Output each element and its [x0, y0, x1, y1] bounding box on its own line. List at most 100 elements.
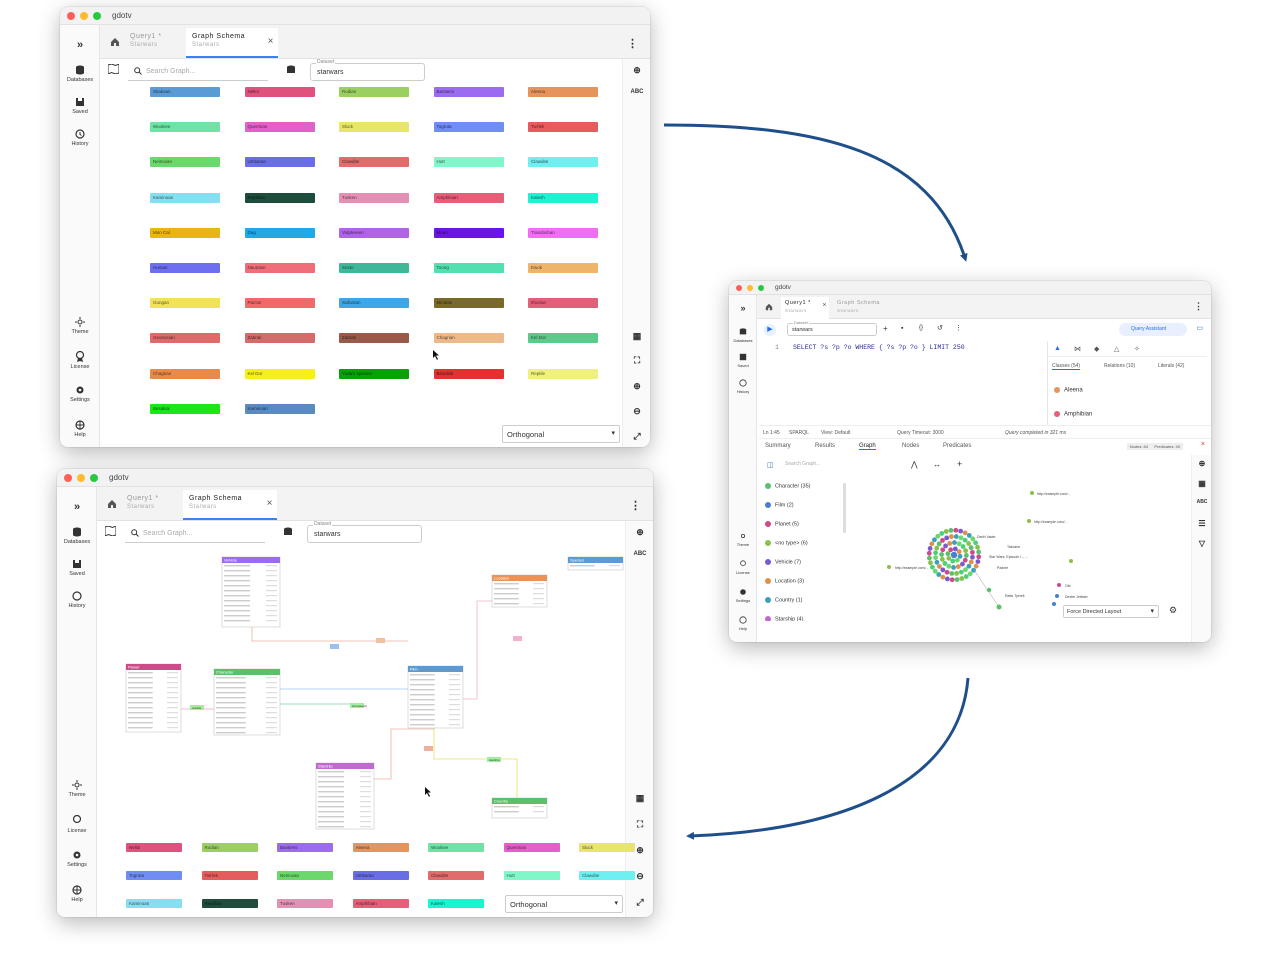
database-filter-icon[interactable]: [286, 65, 297, 76]
close-dot[interactable]: [736, 284, 742, 291]
species-chip[interactable]: Clawdite: [339, 157, 409, 168]
home-icon[interactable]: [107, 499, 117, 509]
maximize-dot[interactable]: [758, 284, 764, 291]
minimize-dot[interactable]: [747, 284, 753, 291]
legend-item[interactable]: Country (1): [765, 597, 803, 603]
species-chip[interactable]: Rodian: [339, 87, 409, 97]
species-chip[interactable]: Kaminoan: [150, 192, 220, 203]
sidebar-item-help[interactable]: Help: [57, 885, 97, 903]
species-chip[interactable]: Togruta: [126, 871, 182, 880]
species-chip[interactable]: Ewok: [528, 263, 598, 273]
species-chip[interactable]: Geonosian: [150, 333, 220, 344]
species-chip[interactable]: Kaminoan: [244, 403, 315, 414]
species-chip[interactable]: Kel Dor: [528, 333, 598, 344]
species-chip[interactable]: Bantiemi: [433, 87, 504, 97]
result-tab[interactable]: Graph: [859, 443, 876, 450]
fullscreen-icon[interactable]: ⤢: [630, 431, 644, 445]
sidebar-item-settings[interactable]: Settings: [57, 850, 97, 868]
dataset-select[interactable]: Dataset starwars: [310, 59, 425, 81]
graph-canvas[interactable]: http://example.com/... http://example.com…: [849, 475, 1189, 625]
species-chip[interactable]: Hutt: [503, 871, 560, 880]
species-chip[interactable]: Human: [150, 263, 220, 273]
map-icon[interactable]: [108, 64, 119, 74]
fit-icon[interactable]: ⛶: [630, 355, 644, 369]
view-select[interactable]: View: Default: [821, 430, 850, 436]
species-chip[interactable]: Besalisk: [150, 403, 220, 414]
database-filter-icon[interactable]: [283, 527, 294, 538]
expand-horizontal-icon[interactable]: ↔: [933, 460, 941, 469]
abc-icon[interactable]: ABC: [1195, 499, 1209, 513]
legend-item[interactable]: Starship (4): [765, 616, 803, 621]
species-chip[interactable]: Muun: [433, 227, 504, 238]
schema-diagram[interactable]: pilothomeworldvehiclestarshipVehiclePlan…: [97, 549, 625, 839]
species-chip[interactable]: Clawdite: [528, 157, 598, 168]
species-chip[interactable]: Wookiee: [150, 122, 220, 133]
species-chip[interactable]: Kaminoan: [126, 899, 182, 908]
species-chip[interactable]: Chagrian: [150, 368, 220, 379]
close-dot[interactable]: [64, 473, 72, 482]
species-chip[interactable]: Tusken: [339, 192, 409, 203]
species-chip[interactable]: Reptilian: [244, 192, 315, 203]
species-chip[interactable]: Amphibian: [352, 899, 409, 908]
species-chip[interactable]: Skakoan: [150, 87, 220, 97]
species-chip[interactable]: Rodian: [201, 843, 258, 852]
sidebar-item-settings[interactable]: Settings: [60, 385, 100, 403]
gear-icon[interactable]: ⚙: [1169, 605, 1177, 616]
sidebar-item-databases[interactable]: Databases: [57, 527, 97, 545]
add-icon[interactable]: +: [957, 459, 962, 469]
species-chip[interactable]: Umbaran: [352, 871, 409, 880]
search-input[interactable]: Search Graph...: [125, 525, 265, 543]
species-chip[interactable]: Nelloi: [126, 843, 182, 852]
sidebar-item-license[interactable]: License: [729, 560, 757, 575]
legend-item[interactable]: <no type> (6): [765, 540, 808, 546]
sidebar-item-theme[interactable]: Theme: [57, 780, 97, 798]
zoom-in-icon[interactable]: ⊕: [630, 381, 644, 395]
species-chip[interactable]: Wookiee: [428, 843, 484, 852]
sliders-icon[interactable]: ☰: [1195, 519, 1209, 533]
table-icon[interactable]: ▦: [630, 331, 644, 345]
species-chip[interactable]: Quermian: [244, 122, 315, 133]
expand-icon[interactable]: »: [60, 39, 100, 51]
species-chip[interactable]: Aleena: [352, 843, 409, 852]
tab-graph-schema[interactable]: Graph Schema Starwars ×: [183, 490, 277, 520]
search-input[interactable]: Search Graph...: [128, 63, 268, 81]
sidebar-item-settings[interactable]: Settings: [729, 588, 757, 603]
species-chip[interactable]: Kalesh: [528, 192, 598, 203]
species-chip[interactable]: Zabrak: [339, 333, 409, 344]
species-chip[interactable]: Toong: [433, 263, 504, 273]
history-icon[interactable]: ↺: [937, 324, 943, 332]
expand-icon[interactable]: »: [729, 303, 757, 313]
species-chip[interactable]: Yoda's species: [339, 368, 409, 379]
fit-icon[interactable]: ⛶: [633, 819, 647, 833]
species-chip[interactable]: Chagrian: [433, 333, 504, 344]
locate-icon[interactable]: ⊕: [630, 65, 644, 79]
sidebar-item-license[interactable]: License: [60, 351, 100, 370]
species-chip[interactable]: Nautolan: [244, 263, 315, 273]
species-chip[interactable]: Twi'lek: [528, 122, 598, 133]
sidebar-item-license[interactable]: License: [57, 815, 97, 834]
species-chip[interactable]: Mon Cal: [150, 227, 220, 238]
search-input[interactable]: Search Graph...: [785, 461, 820, 467]
species-chip[interactable]: Clawdite: [579, 871, 635, 880]
more-menu-icon[interactable]: ⋮: [627, 37, 638, 50]
braces-icon[interactable]: {}: [919, 325, 923, 331]
maximize-dot[interactable]: [90, 473, 98, 482]
zoom-in-icon[interactable]: ⊕: [633, 845, 647, 859]
class-item[interactable]: Amphibian: [1054, 411, 1092, 418]
home-icon[interactable]: [110, 37, 120, 47]
sidebar-item-databases[interactable]: Databases: [729, 328, 757, 343]
dataset-select[interactable]: Dataset starwars: [787, 320, 877, 336]
abc-icon[interactable]: ABC: [633, 551, 647, 565]
sidebar-item-history[interactable]: History: [57, 591, 97, 609]
species-chip[interactable]: Ithorian: [528, 298, 598, 309]
layout-select[interactable]: Orthogonal ▾: [505, 895, 623, 913]
add-icon[interactable]: +: [883, 324, 888, 333]
map-icon[interactable]: [105, 526, 116, 536]
layout-select[interactable]: Force Directed Layout ▾: [1063, 605, 1159, 618]
more-menu-icon[interactable]: ⋮: [1194, 301, 1203, 312]
result-tab[interactable]: Nodes: [902, 443, 919, 449]
species-chip[interactable]: Neimoian: [150, 157, 220, 168]
filter-icon[interactable]: ▽: [1195, 539, 1209, 553]
legend-item[interactable]: Location (3): [765, 578, 804, 584]
species-chip[interactable]: Zabrak: [244, 333, 315, 344]
